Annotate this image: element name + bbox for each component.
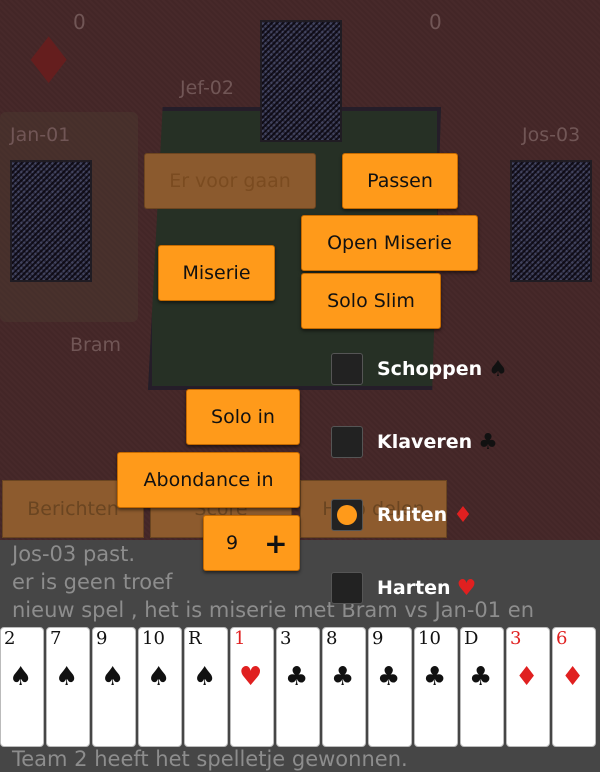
playing-card[interactable]: 6 ♦ xyxy=(552,627,596,747)
spade-icon: ♠ xyxy=(488,356,508,382)
checkbox-selected[interactable] xyxy=(331,499,363,531)
playing-card[interactable]: 10 ♣ xyxy=(414,627,458,747)
playing-card[interactable]: R ♠ xyxy=(184,627,228,747)
card-rank: 10 xyxy=(418,628,441,649)
suit-option-harten[interactable]: Harten ♥ xyxy=(331,572,476,604)
log-line-1: Jos-03 past. xyxy=(12,542,136,566)
card-suit-icon: ♦ xyxy=(515,662,539,692)
checkbox[interactable] xyxy=(331,353,363,385)
suit-option-schoppen[interactable]: Schoppen ♠ xyxy=(331,353,508,385)
card-rank: 10 xyxy=(142,628,165,649)
playing-card[interactable]: 8 ♣ xyxy=(322,627,366,747)
card-suit-icon: ♥ xyxy=(239,662,263,692)
playing-card[interactable]: D ♣ xyxy=(460,627,504,747)
card-rank: 3 xyxy=(510,628,522,649)
card-suit-icon: ♦ xyxy=(561,662,585,692)
plus-icon[interactable]: + xyxy=(264,527,287,560)
log-line-2: er is geen troef xyxy=(12,570,173,594)
card-rank: 9 xyxy=(372,628,384,649)
playing-card[interactable]: 10 ♠ xyxy=(138,627,182,747)
card-suit-icon: ♠ xyxy=(147,662,171,692)
card-rank: R xyxy=(188,628,202,649)
checkbox[interactable] xyxy=(331,426,363,458)
suit-label: Ruiten xyxy=(377,504,448,526)
stepper-value: 9 xyxy=(226,532,239,554)
card-rank: 6 xyxy=(556,628,568,649)
log-line-4: Team 2 heeft het spelletje gewonnen. xyxy=(12,747,408,771)
playing-card[interactable]: 9 ♠ xyxy=(92,627,136,747)
club-icon: ♣ xyxy=(478,429,498,455)
playing-card[interactable]: 2 ♠ xyxy=(0,627,44,747)
heart-icon: ♥ xyxy=(456,575,477,601)
suit-option-ruiten[interactable]: Ruiten ♦ xyxy=(331,499,473,531)
suit-label: Klaveren xyxy=(377,431,473,453)
dim-overlay xyxy=(0,0,600,540)
suit-label: Schoppen xyxy=(377,358,483,380)
miserie-button[interactable]: Miserie xyxy=(158,245,275,301)
abondance-in-button[interactable]: Abondance in xyxy=(117,452,300,508)
selected-dot-icon xyxy=(337,505,357,525)
card-suit-icon: ♠ xyxy=(193,662,217,692)
card-rank: 7 xyxy=(50,628,62,649)
card-suit-icon: ♠ xyxy=(9,662,33,692)
playing-card[interactable]: 3 ♣ xyxy=(276,627,320,747)
card-rank: 1 xyxy=(234,628,246,649)
playing-card[interactable]: 1 ♥ xyxy=(230,627,274,747)
open-miserie-button[interactable]: Open Miserie xyxy=(301,215,478,271)
card-suit-icon: ♣ xyxy=(331,662,355,692)
card-rank: 8 xyxy=(326,628,338,649)
solo-in-button[interactable]: Solo in xyxy=(186,389,300,445)
card-rank: 9 xyxy=(96,628,108,649)
card-suit-icon: ♣ xyxy=(469,662,493,692)
solo-slim-button[interactable]: Solo Slim xyxy=(301,273,441,329)
card-suit-icon: ♣ xyxy=(377,662,401,692)
card-suit-icon: ♠ xyxy=(55,662,79,692)
suit-option-klaveren[interactable]: Klaveren ♣ xyxy=(331,426,498,458)
playing-card[interactable]: 3 ♦ xyxy=(506,627,550,747)
card-suit-icon: ♣ xyxy=(423,662,447,692)
card-suit-icon: ♠ xyxy=(101,662,125,692)
suit-label: Harten xyxy=(377,577,451,599)
card-rank: 3 xyxy=(280,628,292,649)
diamond-icon: ♦ xyxy=(453,502,473,528)
card-rank: D xyxy=(464,628,479,649)
playing-card[interactable]: 7 ♠ xyxy=(46,627,90,747)
tricks-stepper[interactable]: 9 + xyxy=(203,515,300,571)
card-suit-icon: ♣ xyxy=(285,662,309,692)
passen-button[interactable]: Passen xyxy=(342,153,458,209)
card-rank: 2 xyxy=(4,628,16,649)
checkbox[interactable] xyxy=(331,572,363,604)
playing-card[interactable]: 9 ♣ xyxy=(368,627,412,747)
er-voor-gaan-button[interactable]: Er voor gaan xyxy=(144,153,316,209)
